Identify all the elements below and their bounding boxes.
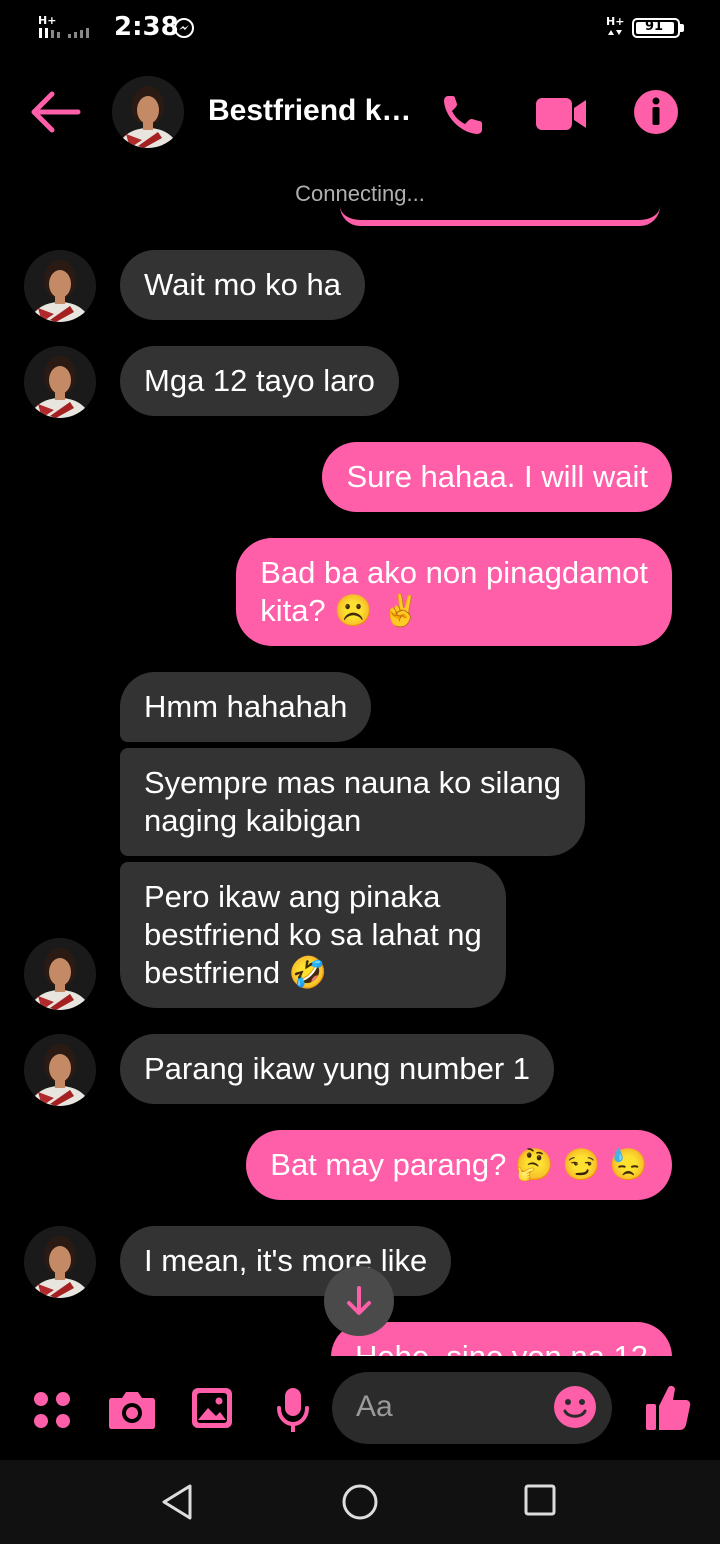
incoming-message[interactable]: Wait mo ko ha bbox=[120, 250, 365, 320]
network-type-label-right: H+ bbox=[606, 15, 624, 28]
incoming-message[interactable]: Pero ikaw ang pinaka bestfriend ko sa la… bbox=[120, 862, 506, 1008]
message-text: bestfriend 🤣 bbox=[144, 955, 328, 990]
status-bar: H+ 2:38 H+ 91 bbox=[0, 0, 720, 56]
message-text: Sure hahaa. I will wait bbox=[346, 459, 648, 494]
camera-icon[interactable] bbox=[108, 1388, 156, 1430]
avatar[interactable] bbox=[24, 1226, 96, 1298]
video-camera-icon[interactable] bbox=[534, 94, 588, 134]
message-text: bestfriend ko sa lahat ng bbox=[144, 917, 482, 952]
nav-back-icon[interactable] bbox=[158, 1482, 198, 1522]
avatar[interactable] bbox=[24, 938, 96, 1010]
message-input-placeholder: Aa bbox=[356, 1390, 393, 1423]
message-composer: Aa bbox=[0, 1360, 720, 1460]
messenger-notification-icon bbox=[174, 18, 194, 38]
outgoing-message[interactable]: Bad ba ako non pinagdamot kita? ☹️ ✌️ bbox=[236, 538, 672, 646]
phone-icon[interactable] bbox=[440, 90, 488, 138]
message-text: Syempre mas nauna ko silang bbox=[144, 765, 562, 800]
scroll-to-bottom-button[interactable] bbox=[324, 1266, 394, 1336]
message-input[interactable]: Aa bbox=[332, 1372, 612, 1444]
message-text: naging kaibigan bbox=[144, 803, 362, 838]
message-text: kita? ☹️ ✌️ bbox=[260, 593, 421, 628]
nav-recents-icon[interactable] bbox=[522, 1482, 558, 1518]
message-text: Hmm hahahah bbox=[144, 689, 348, 724]
incoming-message[interactable]: Syempre mas nauna ko silang naging kaibi… bbox=[120, 748, 586, 856]
message-text: Pero ikaw ang pinaka bbox=[144, 879, 441, 914]
network-type-label: H+ bbox=[38, 14, 56, 27]
smiley-icon[interactable] bbox=[552, 1384, 598, 1430]
avatar[interactable] bbox=[24, 1034, 96, 1106]
image-icon[interactable] bbox=[190, 1386, 234, 1430]
message-text: Mga 12 tayo laro bbox=[144, 363, 375, 398]
message-list[interactable]: Wait mo ko ha Mga 12 tayo laro Sure haha… bbox=[0, 226, 720, 1356]
incoming-message[interactable]: Mga 12 tayo laro bbox=[120, 346, 399, 416]
four-dots-icon[interactable] bbox=[32, 1390, 72, 1430]
microphone-icon[interactable] bbox=[276, 1386, 310, 1434]
signal-strength-icon: H+ bbox=[38, 14, 89, 38]
battery-icon: 91 bbox=[632, 18, 684, 38]
incoming-message[interactable]: I mean, it's more like bbox=[120, 1226, 452, 1296]
message-text: Hehe, sino yon na 12 bbox=[355, 1339, 648, 1356]
message-text: Parang ikaw yung number 1 bbox=[144, 1051, 531, 1086]
incoming-message[interactable]: Parang ikaw yung number 1 bbox=[120, 1034, 555, 1104]
info-icon[interactable] bbox=[632, 88, 680, 136]
outgoing-message[interactable]: Sure hahaa. I will wait bbox=[322, 442, 672, 512]
outgoing-message[interactable]: Bat may parang? 🤔 😏 😓 bbox=[246, 1130, 672, 1200]
incoming-message[interactable]: Hmm hahahah bbox=[120, 672, 372, 742]
contact-name[interactable]: Bestfriend k… bbox=[208, 94, 411, 128]
chat-header: Bestfriend k… bbox=[0, 70, 720, 160]
nav-home-icon[interactable] bbox=[340, 1482, 380, 1522]
arrow-down-icon bbox=[347, 1286, 371, 1315]
message-text: Bad ba ako non pinagdamot bbox=[260, 555, 648, 590]
previous-message-edge bbox=[340, 206, 660, 226]
clock: 2:38 bbox=[114, 12, 179, 42]
message-text: Bat may parang? 🤔 😏 😓 bbox=[270, 1147, 648, 1182]
avatar[interactable] bbox=[112, 76, 184, 148]
network-type-icon: H+ bbox=[606, 15, 624, 35]
battery-level: 91 bbox=[644, 19, 664, 34]
message-text: Wait mo ko ha bbox=[144, 267, 341, 302]
thumbs-up-icon[interactable] bbox=[644, 1382, 692, 1432]
avatar[interactable] bbox=[24, 250, 96, 322]
system-navigation-bar bbox=[0, 1460, 720, 1544]
connection-status: Connecting... bbox=[295, 181, 425, 206]
avatar[interactable] bbox=[24, 346, 96, 418]
arrow-left-icon[interactable] bbox=[30, 90, 82, 134]
